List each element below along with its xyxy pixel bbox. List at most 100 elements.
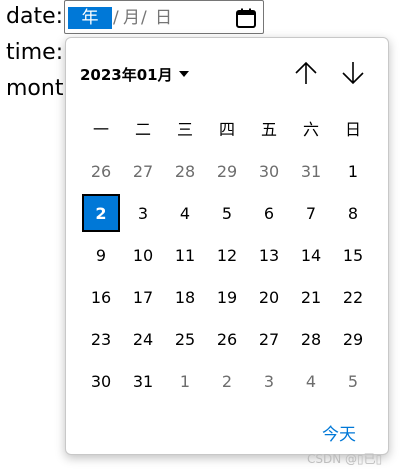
day-number: 5 — [221, 203, 233, 223]
day-cell[interactable]: 26 — [206, 318, 248, 360]
day-cell[interactable]: 3 — [122, 192, 164, 234]
day-cell[interactable]: 1 — [332, 150, 374, 192]
day-number: 15 — [342, 245, 364, 265]
day-number: 3 — [137, 203, 149, 223]
day-cell[interactable]: 14 — [290, 234, 332, 276]
day-number: 17 — [132, 287, 154, 307]
weekday-label: 六 — [302, 120, 319, 139]
day-number: 27 — [132, 161, 154, 181]
day-cell[interactable]: 7 — [290, 192, 332, 234]
day-cell[interactable]: 23 — [80, 318, 122, 360]
day-number: 22 — [342, 287, 364, 307]
date-separator: / — [141, 8, 147, 28]
day-cell[interactable]: 4 — [164, 192, 206, 234]
day-number: 14 — [300, 245, 322, 265]
week-row: 26 27 28 29 30 31 1 — [80, 150, 374, 192]
day-cell[interactable]: 31 — [122, 360, 164, 402]
day-number: 21 — [300, 287, 322, 307]
day-number: 30 — [258, 161, 280, 181]
watermark: CSDN @▯已▯ — [307, 452, 383, 466]
day-number: 10 — [132, 245, 154, 265]
day-cell[interactable]: 5 — [206, 192, 248, 234]
date-separator: / — [113, 8, 119, 28]
weekday-label: 一 — [92, 120, 109, 139]
weekday-label: 二 — [134, 120, 151, 139]
day-cell-other-month[interactable]: 29 — [206, 150, 248, 192]
day-cell[interactable]: 12 — [206, 234, 248, 276]
day-number: 31 — [300, 161, 322, 181]
day-number: 20 — [258, 287, 280, 307]
day-cell[interactable]: 13 — [248, 234, 290, 276]
day-number: 30 — [90, 371, 112, 391]
day-cell[interactable]: 11 — [164, 234, 206, 276]
day-cell[interactable]: 8 — [332, 192, 374, 234]
week-row: 16 17 18 19 20 21 22 — [80, 276, 374, 318]
day-cell[interactable]: 19 — [206, 276, 248, 318]
day-cell[interactable]: 30 — [80, 360, 122, 402]
day-cell[interactable]: 25 — [164, 318, 206, 360]
weekday-label: 日 — [344, 120, 361, 139]
day-cell[interactable]: 29 — [332, 318, 374, 360]
day-cell[interactable]: 24 — [122, 318, 164, 360]
day-number: 3 — [263, 371, 275, 391]
day-cell-other-month[interactable]: 5 — [332, 360, 374, 402]
day-cell-other-month[interactable]: 3 — [248, 360, 290, 402]
day-number: 26 — [216, 329, 238, 349]
day-cell[interactable]: 22 — [332, 276, 374, 318]
year-segment[interactable]: 年 — [68, 7, 112, 29]
month-year-select[interactable]: 2023年01月 — [80, 62, 189, 86]
day-cell-selected[interactable]: 2 — [80, 192, 122, 234]
month-year-label: 2023年01月 — [80, 65, 173, 84]
day-cell[interactable]: 27 — [248, 318, 290, 360]
day-number: 4 — [305, 371, 317, 391]
day-cell[interactable]: 18 — [164, 276, 206, 318]
month-segment[interactable]: 月 — [123, 7, 140, 29]
day-cell[interactable]: 21 — [290, 276, 332, 318]
day-cell[interactable]: 10 — [122, 234, 164, 276]
arrow-up-icon[interactable] — [291, 58, 321, 88]
day-cell-other-month[interactable]: 28 — [164, 150, 206, 192]
day-cell[interactable]: 20 — [248, 276, 290, 318]
day-number: 5 — [347, 371, 359, 391]
caret-down-icon — [178, 71, 189, 77]
day-cell[interactable]: 28 — [290, 318, 332, 360]
date-input[interactable]: 年 / 月 / 日 — [64, 0, 264, 34]
day-cell-other-month[interactable]: 2 — [206, 360, 248, 402]
week-row: 23 24 25 26 27 28 29 — [80, 318, 374, 360]
day-cell[interactable]: 17 — [122, 276, 164, 318]
day-cell-other-month[interactable]: 4 — [290, 360, 332, 402]
weekday-label: 五 — [260, 120, 277, 139]
day-number: 27 — [258, 329, 280, 349]
date-label: date: — [6, 4, 64, 29]
day-number: 26 — [90, 161, 112, 181]
day-cell-other-month[interactable]: 27 — [122, 150, 164, 192]
day-cell-other-month[interactable]: 1 — [164, 360, 206, 402]
week-row: 23 4 5 6 7 8 — [80, 192, 374, 234]
day-number: 25 — [174, 329, 196, 349]
day-cell[interactable]: 9 — [80, 234, 122, 276]
weekday-label: 四 — [218, 120, 235, 139]
day-grid: 26 27 28 29 30 31 1 2 3 4 5 6 7 8 9 10 11 12 13 14 15 16 17 18 1… — [80, 150, 374, 402]
date-picker-popup: 2023年01月 一二三四五六日 26 27 28 29 30 31 1 2 3 4 5 6 7 8 9 10… — [65, 37, 389, 455]
day-number: 2 — [82, 194, 120, 232]
day-number: 2 — [221, 371, 233, 391]
day-number: 11 — [174, 245, 196, 265]
day-number: 28 — [300, 329, 322, 349]
day-number: 24 — [132, 329, 154, 349]
arrow-down-icon[interactable] — [338, 58, 368, 88]
day-segment[interactable]: 日 — [155, 7, 172, 29]
day-cell-other-month[interactable]: 26 — [80, 150, 122, 192]
calendar-icon[interactable] — [235, 7, 257, 29]
day-number: 16 — [90, 287, 112, 307]
day-cell[interactable]: 16 — [80, 276, 122, 318]
month-label: mont — [6, 76, 64, 101]
today-button[interactable]: 今天 — [322, 420, 356, 445]
week-row: 9 10 11 12 13 14 15 — [80, 234, 374, 276]
day-cell-other-month[interactable]: 30 — [248, 150, 290, 192]
day-cell[interactable]: 15 — [332, 234, 374, 276]
day-number: 8 — [347, 203, 359, 223]
day-cell[interactable]: 6 — [248, 192, 290, 234]
day-number: 1 — [347, 161, 359, 181]
day-cell-other-month[interactable]: 31 — [290, 150, 332, 192]
day-number: 9 — [95, 245, 107, 265]
